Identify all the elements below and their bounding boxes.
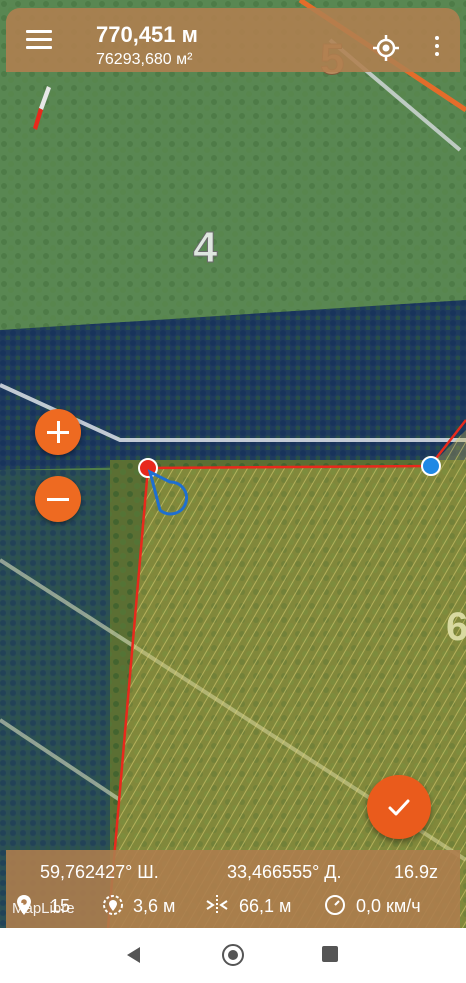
zoom-out-button[interactable] [35,476,81,522]
minus-icon [47,498,69,501]
top-bar: 770,451 м 76293,680 м² [6,8,460,72]
distance-icon [206,895,228,915]
speed-value: 0,0 км/ч [356,896,421,916]
checkmark-icon [388,799,410,816]
my-location-icon[interactable] [372,34,400,62]
compass-icon[interactable] [30,84,56,134]
longitude-value: 33,466555° Д. [227,862,342,882]
map-attribution[interactable]: MapLibre [12,900,75,917]
plot-label-6: 6 [446,605,466,649]
nav-home-icon[interactable] [222,944,244,966]
plot-label-4: 4 [193,223,218,272]
hamburger-menu-icon[interactable] [26,30,52,50]
overflow-menu-icon[interactable] [434,36,440,60]
nav-back-icon[interactable] [126,946,142,964]
gps-accuracy-icon [103,895,123,915]
speedometer-icon [325,895,345,915]
segment-length-value: 66,1 м [239,896,292,916]
zoom-level: 16.9z [394,862,439,882]
zoom-in-button[interactable] [35,409,81,455]
accuracy-value: 3,6 м [133,896,176,916]
area-subtitle: 76293,680 м² [96,51,193,68]
confirm-button[interactable] [367,775,431,839]
vertex-end[interactable] [421,456,441,476]
perimeter-title: 770,451 м [96,22,198,47]
nav-recent-icon[interactable] [322,946,338,962]
latitude-value: 59,762427° Ш. [40,862,159,882]
